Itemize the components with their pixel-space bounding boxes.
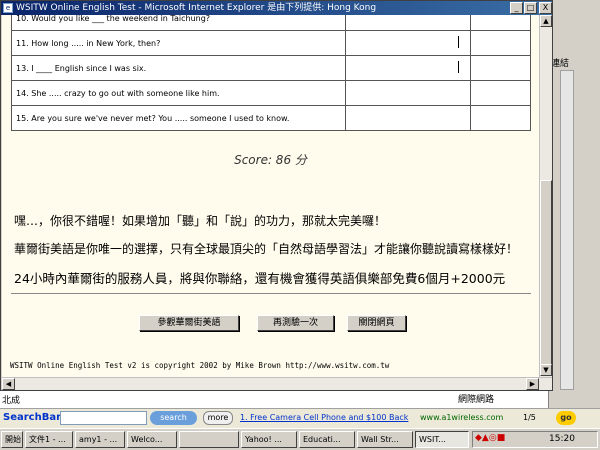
scroll-up-icon[interactable]: ▲: [540, 15, 552, 27]
table-row: 13. I ____ English since I was six.: [10, 55, 532, 81]
page-content: 10. Would you like ___ the weekend in Ta…: [2, 15, 539, 377]
message-line-2: 華爾街美語是你唯一的選擇，只有全球最頂尖的「自然母語學習法」才能讓你聽說讀寫樣樣…: [14, 242, 519, 256]
scroll-left-icon[interactable]: ◀: [2, 378, 15, 390]
question-table: 10. Would you like ___ the weekend in Ta…: [10, 15, 532, 131]
taskbar-item[interactable]: amy1 - ...: [75, 431, 125, 448]
question-text: 15. Are you sure we've never met? You ..…: [10, 105, 347, 131]
close-button[interactable]: X: [539, 2, 552, 14]
search-input[interactable]: [60, 411, 147, 425]
question-text: 13. I ____ English since I was six.: [10, 55, 347, 81]
divider: [11, 293, 531, 294]
mark-cell: [469, 80, 532, 106]
answer-mark: [458, 61, 460, 73]
table-row: 14. She ..... crazy to go out with someo…: [10, 80, 532, 106]
window-title: WSITW Online English Test - Microsoft In…: [16, 3, 377, 13]
question-text: 14. She ..... crazy to go out with someo…: [10, 80, 347, 106]
ad-link[interactable]: 1. Free Camera Cell Phone and $100 Back: [240, 413, 408, 422]
mark-cell: [469, 105, 532, 131]
minimize-button[interactable]: _: [510, 2, 523, 14]
taskbar-item[interactable]: 文件1 - ...: [25, 431, 73, 448]
answer-mark: [458, 36, 460, 48]
retry-test-button[interactable]: 再測驗一次: [257, 315, 334, 331]
taskbar-item[interactable]: Welco...: [127, 431, 177, 448]
answer-cell: [345, 55, 471, 81]
question-text: 11. How long ..... in New York, then?: [10, 30, 347, 56]
search-toolbar: SearchBar search more 1. Free Camera Cel…: [0, 408, 600, 428]
taskbar-item-active[interactable]: WSIT...: [415, 431, 469, 448]
ad-url[interactable]: www.a1wireless.com: [420, 413, 503, 422]
table-row: 10. Would you like ___ the weekend in Ta…: [10, 15, 532, 31]
taskbar-item[interactable]: Wall Str...: [357, 431, 413, 448]
vertical-scrollbar[interactable]: ▲ ▼: [539, 15, 552, 377]
taskbar-item[interactable]: Yahoo! ...: [241, 431, 297, 448]
message-line-3: 24小時內華爾街的服務人員，將與你聯絡，還有機會獲得英語俱樂部免費6個月+200…: [14, 271, 506, 286]
start-button[interactable]: 開始: [1, 431, 23, 448]
scroll-right-icon[interactable]: ▶: [526, 378, 539, 390]
copyright-text: WSITW Online English Test v2 is copyrigh…: [10, 361, 390, 370]
taskbar: 開始 文件1 - ... amy1 - ... Welco... Yahoo! …: [0, 428, 600, 450]
background-status-text: 北成: [2, 396, 21, 406]
scroll-down-icon[interactable]: ▼: [540, 364, 552, 376]
mark-cell: [469, 55, 532, 81]
question-text: 10. Would you like ___ the weekend in Ta…: [10, 15, 347, 31]
answer-cell: [345, 30, 471, 56]
table-row: 15. Are you sure we've never met? You ..…: [10, 105, 532, 131]
popup-window: e WSITW Online English Test - Microsoft …: [0, 0, 553, 391]
more-button[interactable]: more: [203, 411, 233, 425]
tray-icons[interactable]: ◆▲◎■: [475, 433, 505, 443]
go-button[interactable]: go: [556, 411, 576, 425]
system-tray: ◆▲◎■ 15:20: [472, 431, 598, 448]
horizontal-scrollbar[interactable]: ◀ ▶: [2, 377, 552, 390]
title-bar[interactable]: e WSITW Online English Test - Microsoft …: [1, 1, 552, 15]
clock: 15:20: [549, 434, 575, 444]
ad-counter: 1/5: [523, 413, 536, 422]
close-page-button[interactable]: 關閉網頁: [347, 315, 406, 331]
message-line-1: 嘿…，你很不錯喔！如果增加「聽」和「說」的功力，那就太完美囉！: [14, 214, 387, 228]
maximize-button[interactable]: □: [524, 2, 537, 14]
answer-cell: [345, 80, 471, 106]
answer-cell: [345, 15, 471, 31]
searchbar-label: SearchBar: [3, 412, 62, 423]
mark-cell: [469, 15, 532, 31]
answer-cell: [345, 105, 471, 131]
links-label[interactable]: 連結: [551, 56, 569, 69]
search-button[interactable]: search: [150, 411, 197, 425]
visit-school-button[interactable]: 參觀華爾街美語: [139, 315, 239, 331]
score-text: Score: 86 分: [234, 153, 307, 167]
ie-icon: e: [3, 3, 13, 13]
taskbar-item[interactable]: Educati...: [299, 431, 355, 448]
background-scrollbar[interactable]: [560, 70, 574, 390]
mark-cell: [469, 30, 532, 56]
scroll-thumb[interactable]: [540, 180, 552, 365]
table-row: 11. How long ..... in New York, then?: [10, 30, 532, 56]
taskbar-item[interactable]: [179, 431, 239, 448]
internet-zone-status: 網際網路: [458, 395, 495, 405]
